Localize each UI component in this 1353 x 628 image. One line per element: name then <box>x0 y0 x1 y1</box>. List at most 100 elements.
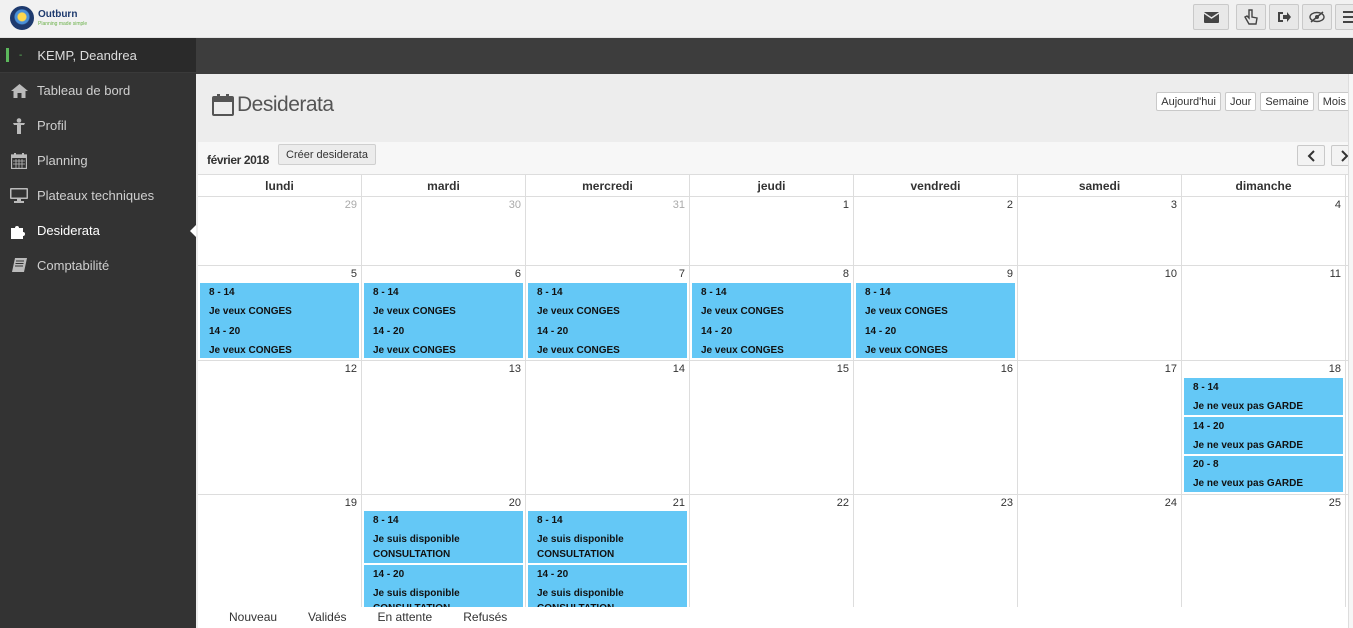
event-time: 8 - 14 <box>209 287 235 298</box>
day-number: 12 <box>344 363 357 375</box>
day-cell[interactable]: 15 <box>690 361 854 494</box>
day-cell[interactable]: 18 8 - 14 Je ne veux pas GARDE 14 - 20 J… <box>1182 361 1346 494</box>
user-panel[interactable]: - KEMP, Deandrea <box>0 38 196 73</box>
desiderata-event[interactable]: 8 - 14 Je veux CONGES 14 - 20 Je veux CO… <box>364 283 523 358</box>
day-number: 25 <box>1328 497 1341 509</box>
day-cell[interactable]: 16 <box>854 361 1018 494</box>
day-number: 10 <box>1164 268 1177 280</box>
day-cell[interactable]: 14 <box>526 361 690 494</box>
desiderata-event[interactable]: 8 - 14 Je ne veux pas GARDE <box>1184 378 1343 415</box>
day-cell[interactable]: 6 8 - 14 Je veux CONGES 14 - 20 Je veux … <box>362 266 526 360</box>
sidebar-item-plateaux-techniques[interactable]: Plateaux techniques <box>0 178 196 213</box>
day-cell[interactable]: 19 <box>198 495 362 607</box>
person-icon <box>10 117 28 134</box>
day-number: 24 <box>1164 497 1177 509</box>
day-cell[interactable]: 3 <box>1018 197 1182 265</box>
eye-slash-icon <box>1309 11 1325 23</box>
sidebar-item-label: Plateaux techniques <box>37 188 155 203</box>
day-cell[interactable]: 9 8 - 14 Je veux CONGES 14 - 20 Je veux … <box>854 266 1018 360</box>
calendar: février 2018 Créer desiderata lundi mard… <box>198 142 1353 628</box>
visibility-toggle-button[interactable] <box>1302 4 1332 30</box>
desiderata-event[interactable]: 8 - 14 Je veux CONGES 14 - 20 Je veux CO… <box>200 283 359 358</box>
day-cell[interactable]: 1 <box>690 197 854 265</box>
weekday-label: mardi <box>362 175 526 196</box>
event-time: 14 - 20 <box>1193 421 1225 432</box>
sidebar-item-planning[interactable]: Planning <box>0 143 196 178</box>
day-cell[interactable]: 2 <box>854 197 1018 265</box>
sidebar-item-profil[interactable]: Profil <box>0 108 196 143</box>
calendar-icon <box>10 152 28 169</box>
desiderata-event[interactable]: 14 - 20 Je suis disponible CONSULTATION <box>528 565 687 607</box>
day-number: 31 <box>672 199 685 211</box>
desiderata-event[interactable]: 8 - 14 Je veux CONGES 14 - 20 Je veux CO… <box>692 283 851 358</box>
weekday-label: lundi <box>198 175 362 196</box>
day-cell[interactable]: 23 <box>854 495 1018 607</box>
sidebar-item-desiderata[interactable]: Desiderata <box>0 213 196 248</box>
event-text: Je veux CONGES <box>373 306 456 317</box>
day-cell[interactable]: 24 <box>1018 495 1182 607</box>
day-cell[interactable]: 30 <box>362 197 526 265</box>
day-cell[interactable]: 8 8 - 14 Je veux CONGES 14 - 20 Je veux … <box>690 266 854 360</box>
day-number: 15 <box>836 363 849 375</box>
desiderata-event[interactable]: 8 - 14 Je suis disponible CONSULTATION <box>528 511 687 563</box>
sidebar-item-label: Planning <box>37 153 88 168</box>
scrollbar[interactable] <box>1348 74 1353 628</box>
status-indicator <box>6 48 9 62</box>
page-title-text: Desiderata <box>237 93 334 116</box>
event-time: 8 - 14 <box>865 287 891 298</box>
desiderata-event[interactable]: 8 - 14 Je veux CONGES 14 - 20 Je veux CO… <box>856 283 1015 358</box>
logout-button[interactable] <box>1269 4 1299 30</box>
desiderata-event[interactable]: 14 - 20 Je suis disponible CONSULTATION <box>364 565 523 607</box>
day-cell[interactable]: 13 <box>362 361 526 494</box>
legend-en-attente[interactable]: En attente <box>378 607 433 628</box>
desiderata-event[interactable]: 20 - 8 Je ne veux pas GARDE <box>1184 456 1343 492</box>
desiderata-event[interactable]: 14 - 20 Je ne veux pas GARDE <box>1184 417 1343 454</box>
day-cell[interactable]: 31 <box>526 197 690 265</box>
sidebar-item-comptabilite[interactable]: Comptabilité <box>0 248 196 283</box>
event-text: Je suis disponible <box>537 588 624 599</box>
event-time: 14 - 20 <box>537 326 569 337</box>
day-cell[interactable]: 7 8 - 14 Je veux CONGES 14 - 20 Je veux … <box>526 266 690 360</box>
day-number: 8 <box>842 268 849 280</box>
day-cell[interactable]: 21 8 - 14 Je suis disponible CONSULTATIO… <box>526 495 690 607</box>
day-number: 20 <box>508 497 521 509</box>
messages-button[interactable] <box>1193 4 1229 30</box>
day-cell[interactable]: 20 8 - 14 Je suis disponible CONSULTATIO… <box>362 495 526 607</box>
create-desiderata-button[interactable]: Créer desiderata <box>278 144 376 165</box>
day-cell[interactable]: 12 <box>198 361 362 494</box>
event-text: Je veux CONGES <box>701 306 784 317</box>
calendar-week: 19 20 8 - 14 Je suis disponible CONSULTA… <box>198 495 1351 607</box>
day-cell[interactable]: 22 <box>690 495 854 607</box>
day-cell[interactable]: 11 <box>1182 266 1346 360</box>
month-view-button[interactable]: Mois <box>1317 92 1351 111</box>
legend-refuses[interactable]: Refusés <box>463 607 507 628</box>
desiderata-event[interactable]: 8 - 14 Je suis disponible CONSULTATION <box>364 511 523 563</box>
menu-button[interactable] <box>1335 4 1353 30</box>
weekday-label: vendredi <box>854 175 1018 196</box>
sidebar-item-tableau-de-bord[interactable]: Tableau de bord <box>0 73 196 108</box>
sidebar-item-label: Tableau de bord <box>37 83 131 98</box>
today-button[interactable]: Aujourd'hui <box>1156 92 1221 111</box>
event-time: 20 - 8 <box>1193 459 1219 470</box>
day-cell[interactable]: 10 <box>1018 266 1182 360</box>
day-cell[interactable]: 25 <box>1182 495 1346 607</box>
legend-nouveau[interactable]: Nouveau <box>229 607 277 628</box>
touch-mode-button[interactable] <box>1236 4 1266 30</box>
day-cell[interactable]: 4 <box>1182 197 1346 265</box>
brand-tagline: Planning made simple <box>38 20 88 27</box>
day-cell[interactable]: 29 <box>198 197 362 265</box>
event-text: Je veux CONGES <box>373 345 456 356</box>
previous-month-button[interactable] <box>1297 145 1325 166</box>
day-cell[interactable]: 5 8 - 14 Je veux CONGES 14 - 20 Je veux … <box>198 266 362 360</box>
app-logo[interactable]: Outburn Planning made simple <box>10 4 87 32</box>
day-number: 29 <box>344 199 357 211</box>
day-view-button[interactable]: Jour <box>1224 92 1257 111</box>
event-text: Je veux CONGES <box>209 306 292 317</box>
day-cell[interactable]: 17 <box>1018 361 1182 494</box>
pointer-hand-icon <box>1244 9 1258 25</box>
week-view-button[interactable]: Semaine <box>1260 92 1314 111</box>
legend-valides[interactable]: Validés <box>308 607 346 628</box>
desiderata-event[interactable]: 8 - 14 Je veux CONGES 14 - 20 Je veux CO… <box>528 283 687 358</box>
event-time: 14 - 20 <box>537 569 569 580</box>
event-text: Je ne veux pas GARDE <box>1193 401 1304 412</box>
